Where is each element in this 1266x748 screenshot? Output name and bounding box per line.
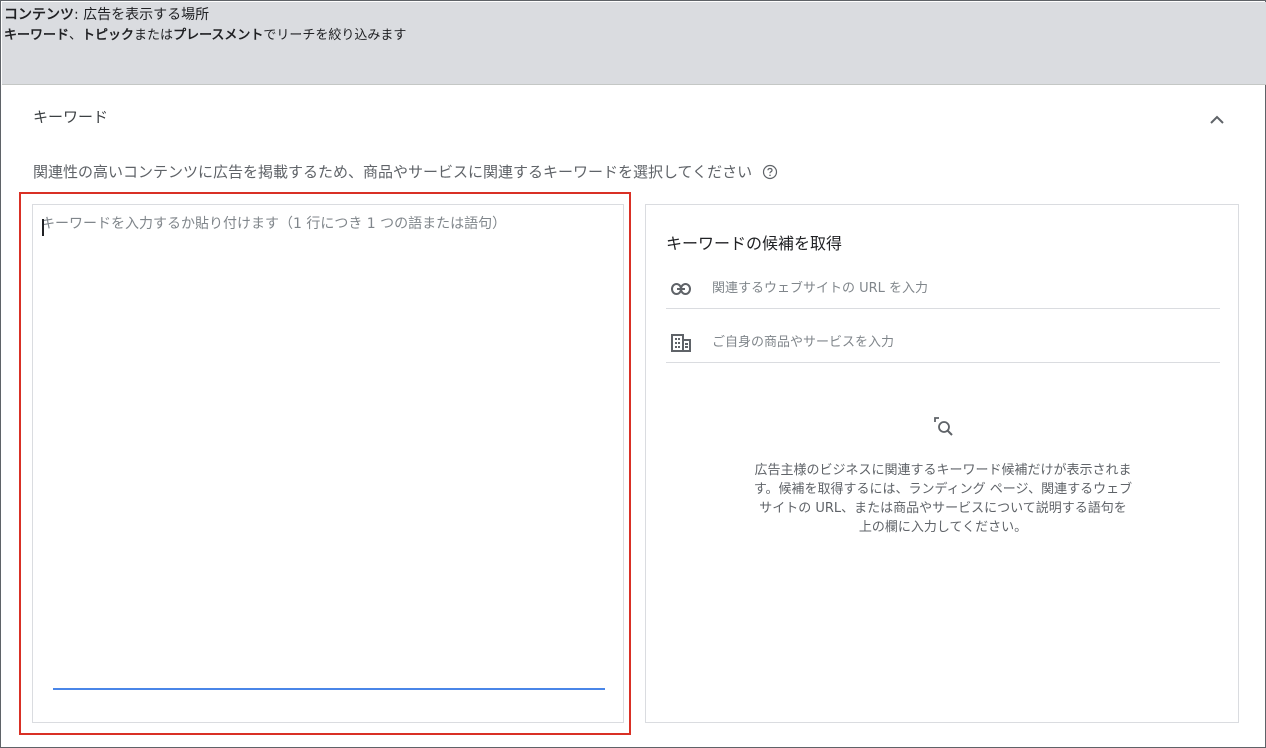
header-topic-term: トピック [82,28,135,43]
collapse-button[interactable] [1205,107,1229,131]
chevron-up-icon [1210,115,1224,124]
focus-underline [53,688,605,690]
product-field-row [666,323,1220,363]
header-separator: 、 [69,28,83,43]
header-keyword-term: キーワード [4,28,70,43]
empty-state-message: 広告主様のビジネスに関連するキーワード候補だけが表示されます。候補を取得するには… [753,463,1133,535]
search-document-icon [930,413,958,441]
header-placement-term: プレースメント [173,28,264,43]
product-service-input[interactable] [712,335,1220,350]
keyword-entry-area [32,204,624,723]
url-field-row [666,269,1220,309]
keywords-description: 関連性の高いコンテンツに広告を掲載するため、商品やサービスに関連するキーワードを… [33,161,778,182]
header-title-rest: : 広告を表示する場所 [74,7,210,23]
keyword-textarea[interactable] [41,213,615,683]
content-header: コンテンツ: 広告を表示する場所 キーワード、トピックまたはプレースメントでリー… [2,2,1266,85]
help-icon[interactable] [762,164,778,180]
header-title: コンテンツ: 広告を表示する場所 [4,5,1266,25]
header-subtitle: キーワード、トピックまたはプレースメントでリーチを絞り込みます [4,25,1266,47]
keywords-description-text: 関連性の高いコンテンツに広告を掲載するため、商品やサービスに関連するキーワードを… [33,163,753,181]
keyword-settings-card: コンテンツ: 広告を表示する場所 キーワード、トピックまたはプレースメントでリー… [0,0,1266,748]
link-icon [670,278,692,300]
keywords-section-title: キーワード [33,108,109,126]
header-title-bold: コンテンツ [4,7,74,23]
store-icon [670,332,692,354]
header-separator: または [134,28,174,43]
keyword-ideas-title: キーワードの候補を取得 [666,234,843,253]
keyword-ideas-panel: キーワードの候補を取得 関連するウェブサイトの URL を入力 ご自身の商品やサ… [645,204,1239,723]
header-subtitle-rest: でリーチを絞り込みます [263,28,407,43]
website-url-input[interactable] [712,281,1220,296]
text-cursor [42,219,44,236]
